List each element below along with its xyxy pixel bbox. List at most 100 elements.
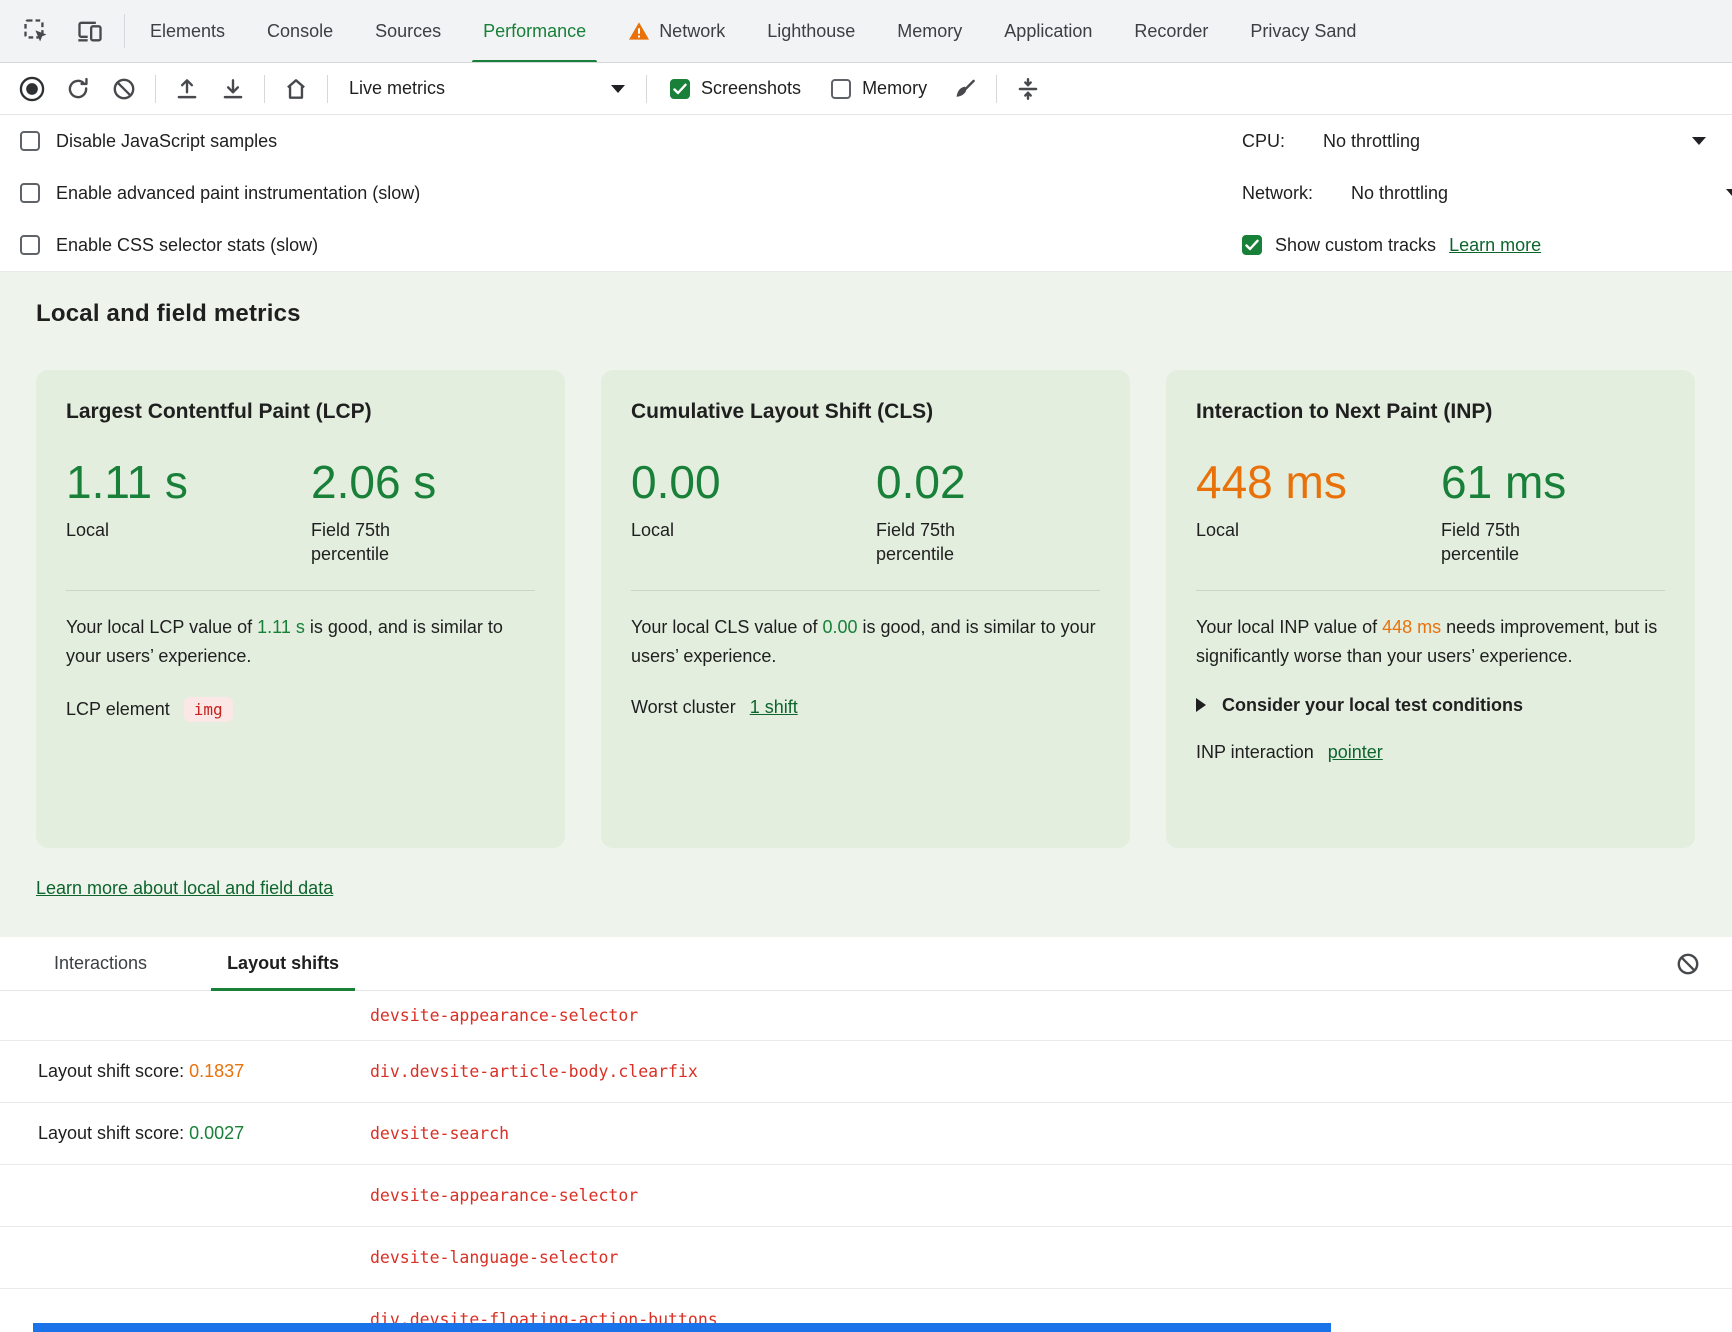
- reload-and-record-icon[interactable]: [56, 68, 100, 110]
- tab-application[interactable]: Application: [983, 0, 1113, 62]
- desc-text: Your local INP value of: [1196, 617, 1382, 637]
- collapse-panel-icon[interactable]: [1006, 68, 1050, 110]
- memory-checkbox[interactable]: Memory: [817, 78, 941, 99]
- metric-card-lcp: Largest Contentful Paint (LCP) 1.11 s Lo…: [36, 370, 565, 848]
- checkbox-checked-icon[interactable]: [1242, 235, 1262, 255]
- log-tabbar: Interactions Layout shifts: [0, 937, 1732, 991]
- tab-network[interactable]: Network: [607, 0, 746, 62]
- divider: [124, 14, 125, 48]
- shift-score-label: Layout shift score:: [38, 1061, 189, 1081]
- tab-performance[interactable]: Performance: [462, 0, 607, 62]
- checkbox-unchecked-icon: [20, 235, 40, 255]
- inspect-icon[interactable]: [14, 10, 58, 52]
- record-icon[interactable]: [10, 68, 54, 110]
- metric-card-title: Interaction to Next Paint (INP): [1196, 400, 1665, 424]
- network-throttling-select[interactable]: Network: No throttling: [1242, 167, 1732, 219]
- tab-elements[interactable]: Elements: [129, 0, 246, 62]
- show-custom-tracks-label: Show custom tracks: [1275, 235, 1436, 256]
- tab-console[interactable]: Console: [246, 0, 354, 62]
- checkbox-checked-icon: [670, 79, 690, 99]
- local-metric-label: Local: [1196, 518, 1441, 542]
- checkbox-unchecked-icon: [831, 79, 851, 99]
- capture-settings-checkboxes: Disable JavaScript samples Enable advanc…: [0, 115, 1238, 271]
- disclosure-label: Consider your local test conditions: [1222, 695, 1523, 716]
- node-link[interactable]: devsite-language-selector: [370, 1248, 618, 1267]
- checkbox-unchecked-icon: [20, 183, 40, 203]
- home-icon[interactable]: [274, 68, 318, 110]
- clear-icon[interactable]: [102, 68, 146, 110]
- inp-interaction-row: INP interaction pointer: [1196, 742, 1665, 763]
- garbage-collect-icon[interactable]: [943, 68, 987, 110]
- clear-log-icon[interactable]: [1666, 943, 1710, 985]
- worst-cluster-row: Worst cluster 1 shift: [631, 697, 1100, 718]
- local-value-column: 1.11 s Local: [66, 458, 311, 566]
- cpu-throttling-select[interactable]: CPU: No throttling: [1242, 115, 1732, 167]
- desc-text: Your local CLS value of: [631, 617, 822, 637]
- tab-interactions[interactable]: Interactions: [38, 937, 163, 990]
- tab-label: Memory: [897, 21, 962, 42]
- load-profile-icon[interactable]: [165, 68, 209, 110]
- worst-cluster-label: Worst cluster: [631, 697, 736, 718]
- tab-lighthouse[interactable]: Lighthouse: [746, 0, 876, 62]
- inp-interaction-link[interactable]: pointer: [1328, 742, 1383, 763]
- metrics-heading: Local and field metrics: [36, 300, 1696, 328]
- tab-layout-shifts[interactable]: Layout shifts: [211, 937, 355, 990]
- shift-score-cell: Layout shift score: 0.1837: [0, 1061, 370, 1082]
- chevron-down-icon: [1692, 137, 1706, 145]
- field-value-column: 2.06 s Field 75th percentile: [311, 458, 436, 566]
- divider: [155, 75, 156, 103]
- memory-label: Memory: [862, 78, 927, 99]
- worst-cluster-link[interactable]: 1 shift: [750, 697, 798, 718]
- disable-js-samples-checkbox[interactable]: Disable JavaScript samples: [0, 115, 1238, 167]
- tab-memory[interactable]: Memory: [876, 0, 983, 62]
- field-metric-label: Field 75th percentile: [1441, 518, 1561, 567]
- shift-score-cell: Layout shift score: 0.0027: [0, 1123, 370, 1144]
- device-toolbar-icon[interactable]: [68, 10, 112, 52]
- css-selector-stats-label: Enable CSS selector stats (slow): [56, 235, 318, 256]
- tab-label: Interactions: [54, 953, 147, 974]
- advanced-paint-label: Enable advanced paint instrumentation (s…: [56, 183, 420, 204]
- tab-sources[interactable]: Sources: [354, 0, 462, 62]
- card-divider: [631, 590, 1100, 591]
- local-test-conditions-disclosure[interactable]: Consider your local test conditions: [1196, 695, 1665, 716]
- local-metric-label: Local: [631, 518, 876, 542]
- local-value-column: 448 ms Local: [1196, 458, 1441, 566]
- node-link[interactable]: devsite-search: [370, 1124, 509, 1143]
- tab-label: Privacy Sand: [1250, 21, 1356, 42]
- disclosure-triangle-icon: [1196, 698, 1206, 712]
- lcp-element-row: LCP element img: [66, 697, 535, 722]
- node-link[interactable]: devsite-appearance-selector: [370, 1186, 638, 1205]
- history-select-value: Live metrics: [349, 78, 445, 99]
- tab-recorder[interactable]: Recorder: [1113, 0, 1229, 62]
- custom-tracks-learn-more-link[interactable]: Learn more: [1449, 235, 1541, 256]
- inp-interaction-label: INP interaction: [1196, 742, 1314, 763]
- desc-text: Your local LCP value of: [66, 617, 257, 637]
- desc-value: 0.00: [822, 617, 857, 637]
- css-selector-stats-checkbox[interactable]: Enable CSS selector stats (slow): [0, 219, 1238, 271]
- lcp-element-node-link[interactable]: img: [184, 697, 233, 722]
- layout-shift-row: devsite-appearance-selector: [0, 1165, 1732, 1227]
- tab-privacy-sandbox[interactable]: Privacy Sand: [1229, 0, 1377, 62]
- tab-label: Network: [659, 21, 725, 42]
- metric-description: Your local LCP value of 1.11 s is good, …: [66, 613, 535, 671]
- network-throttling-value: No throttling: [1351, 183, 1448, 204]
- chevron-down-icon: [611, 85, 625, 93]
- live-metrics-panel: Local and field metrics Largest Contentf…: [0, 272, 1732, 937]
- node-link[interactable]: devsite-appearance-selector: [370, 1006, 638, 1025]
- node-link[interactable]: div.devsite-article-body.clearfix: [370, 1062, 698, 1081]
- divider: [646, 75, 647, 103]
- local-metric-value: 0.00: [631, 458, 876, 508]
- history-select[interactable]: Live metrics: [337, 78, 637, 99]
- focused-row-highlight[interactable]: [33, 1323, 1331, 1332]
- metric-values: 448 ms Local 61 ms Field 75th percentile: [1196, 458, 1665, 566]
- tab-label: Recorder: [1134, 21, 1208, 42]
- chevron-down-icon: [1726, 189, 1732, 197]
- screenshots-checkbox[interactable]: Screenshots: [656, 78, 815, 99]
- advanced-paint-checkbox[interactable]: Enable advanced paint instrumentation (s…: [0, 167, 1238, 219]
- save-profile-icon[interactable]: [211, 68, 255, 110]
- tab-label: Console: [267, 21, 333, 42]
- local-metric-value: 448 ms: [1196, 458, 1441, 508]
- local-field-data-learn-more-link[interactable]: Learn more about local and field data: [36, 878, 333, 899]
- layout-shift-row: Layout shift score: 0.0027 devsite-searc…: [0, 1103, 1732, 1165]
- tab-label: Layout shifts: [227, 953, 339, 974]
